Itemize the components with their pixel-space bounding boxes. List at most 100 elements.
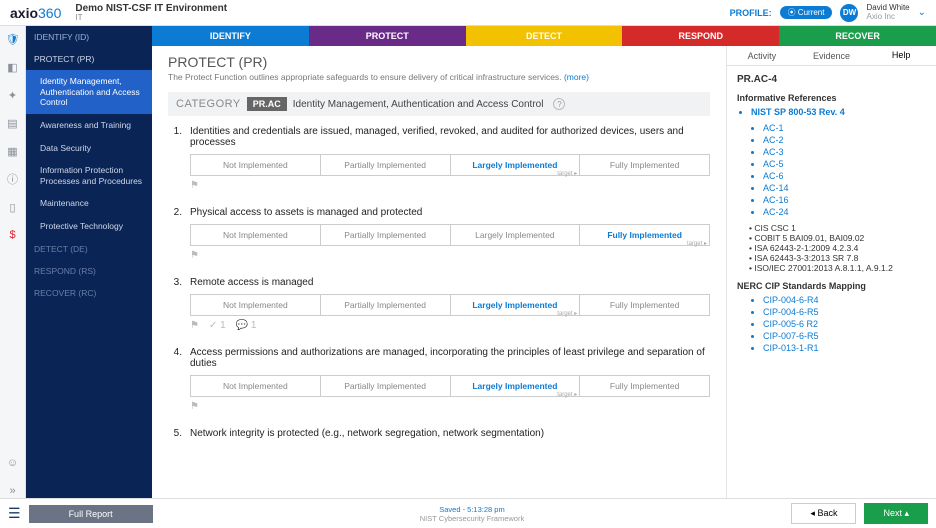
- ref-text: ISA 62443-2-1:2009 4.2.3.4: [749, 243, 926, 253]
- shield-icon[interactable]: 🛡: [6, 32, 20, 46]
- answer-option[interactable]: Not Implemented: [191, 376, 321, 396]
- ref-link[interactable]: AC-5: [763, 159, 926, 169]
- tab-identify[interactable]: IDENTIFY: [152, 26, 309, 46]
- profile-pill[interactable]: ⦿ Current: [780, 6, 833, 19]
- nav-respond[interactable]: RESPOND (RS): [26, 260, 152, 282]
- answer-option[interactable]: Not Implemented: [191, 225, 321, 245]
- ref-link[interactable]: CIP-004-6-R5: [763, 307, 926, 317]
- answer-option[interactable]: Largely Implemented: [451, 155, 581, 175]
- ref-code: PR.AC-4: [737, 74, 926, 85]
- answer-option[interactable]: Largely Implemented: [451, 376, 581, 396]
- check-icon[interactable]: ✓ 1: [209, 320, 226, 331]
- question-text: Identities and credentials are issued, m…: [190, 126, 710, 148]
- ref-link[interactable]: AC-6: [763, 171, 926, 181]
- answer-options: Not ImplementedPartially ImplementedLarg…: [190, 154, 710, 176]
- question-number: 3.: [168, 277, 182, 331]
- answer-option[interactable]: Fully Implemented: [580, 376, 709, 396]
- tab-protect[interactable]: PROTECT: [309, 26, 466, 46]
- ref-nist-title[interactable]: NIST SP 800-53 Rev. 4: [751, 107, 926, 117]
- grid-icon[interactable]: ▦: [6, 144, 20, 158]
- ref-link[interactable]: AC-3: [763, 147, 926, 157]
- nav-identify[interactable]: IDENTIFY (ID): [26, 26, 152, 48]
- nav-item-info-protection[interactable]: Information Protection Processes and Pro…: [26, 159, 152, 192]
- ref-link[interactable]: CIP-004-6-R4: [763, 295, 926, 305]
- nav-recover[interactable]: RECOVER (RC): [26, 282, 152, 304]
- nav-item-iam[interactable]: Identity Management, Authentication and …: [26, 70, 152, 114]
- flag-icon[interactable]: ⚑: [190, 250, 199, 261]
- saved-timestamp: Saved - 5:13:28 pm: [161, 505, 784, 514]
- ref-link[interactable]: AC-1: [763, 123, 926, 133]
- nav-detect[interactable]: DETECT (DE): [26, 238, 152, 260]
- page-desc: The Protect Function outlines appropriat…: [168, 72, 710, 82]
- logo[interactable]: axio360: [10, 5, 61, 21]
- question-number: 1.: [168, 126, 182, 191]
- question-row: 4.Access permissions and authorizations …: [168, 347, 710, 412]
- ref-link[interactable]: AC-14: [763, 183, 926, 193]
- settings-icon[interactable]: ☺: [6, 456, 20, 470]
- dashboard-icon[interactable]: ◧: [6, 60, 20, 74]
- answer-option[interactable]: Partially Implemented: [321, 155, 451, 175]
- help-icon[interactable]: ?: [553, 98, 565, 110]
- doc-icon[interactable]: ▤: [6, 116, 20, 130]
- question-text: Remote access is managed: [190, 277, 710, 288]
- expand-icon[interactable]: »: [6, 484, 20, 498]
- ref-text: ISO/IEC 27001:2013 A.8.1.1, A.9.1.2: [749, 263, 926, 273]
- flag-icon[interactable]: ⚑: [190, 180, 199, 191]
- question-number: 4.: [168, 347, 182, 412]
- answer-option[interactable]: Fully Implemented: [580, 225, 709, 245]
- flag-row: ⚑: [190, 250, 710, 261]
- question-number: 5.: [168, 428, 182, 445]
- nerc-title: NERC CIP Standards Mapping: [737, 281, 926, 291]
- ref-link[interactable]: AC-16: [763, 195, 926, 205]
- category-badge: PR.AC: [247, 97, 287, 111]
- nav-item-maintenance[interactable]: Maintenance: [26, 192, 152, 215]
- chart-icon[interactable]: ✦: [6, 88, 20, 102]
- nav-item-data-security[interactable]: Data Security: [26, 137, 152, 160]
- answer-option[interactable]: Partially Implemented: [321, 225, 451, 245]
- ref-link[interactable]: CIP-007-6-R5: [763, 331, 926, 341]
- tab-recover[interactable]: RECOVER: [779, 26, 936, 46]
- answer-option[interactable]: Not Implemented: [191, 155, 321, 175]
- next-button[interactable]: Next ▴: [864, 503, 928, 524]
- answer-options: Not ImplementedPartially ImplementedLarg…: [190, 224, 710, 246]
- flag-row: ⚑ ✓ 1 💬 1: [190, 320, 710, 331]
- center-panel: PROTECT (PR) The Protect Function outlin…: [152, 46, 726, 498]
- answer-option[interactable]: Partially Implemented: [321, 376, 451, 396]
- answer-option[interactable]: Fully Implemented: [580, 295, 709, 315]
- more-link[interactable]: (more): [564, 72, 589, 82]
- answer-option[interactable]: Not Implemented: [191, 295, 321, 315]
- nav-item-protective-tech[interactable]: Protective Technology: [26, 215, 152, 238]
- ref-link[interactable]: AC-2: [763, 135, 926, 145]
- back-button[interactable]: ◂ Back: [791, 503, 856, 524]
- info-icon[interactable]: ⓘ: [6, 172, 20, 186]
- flag-icon[interactable]: ⚑: [190, 320, 199, 331]
- flag-icon[interactable]: ⚑: [190, 401, 199, 412]
- tab-help[interactable]: Help: [866, 46, 936, 65]
- file-icon[interactable]: ▯: [6, 200, 20, 214]
- tab-evidence[interactable]: Evidence: [797, 46, 867, 65]
- comment-icon[interactable]: 💬 1: [236, 320, 257, 331]
- tab-respond[interactable]: RESPOND: [622, 26, 779, 46]
- ref-link[interactable]: CIP-005-6 R2: [763, 319, 926, 329]
- answer-option[interactable]: Partially Implemented: [321, 295, 451, 315]
- full-report-button[interactable]: Full Report: [29, 505, 153, 523]
- answer-option[interactable]: Largely Implemented: [451, 295, 581, 315]
- answer-option[interactable]: Largely Implemented: [451, 225, 581, 245]
- chevron-down-icon[interactable]: ⌄: [918, 7, 926, 18]
- tab-activity[interactable]: Activity: [727, 46, 797, 65]
- answer-options: Not ImplementedPartially ImplementedLarg…: [190, 375, 710, 397]
- ref-link[interactable]: CIP-013-1-R1: [763, 343, 926, 353]
- question-row: 2.Physical access to assets is managed a…: [168, 207, 710, 261]
- menu-icon[interactable]: ☰: [8, 505, 21, 522]
- ref-text: ISA 62443-3-3:2013 SR 7.8: [749, 253, 926, 263]
- ref-link[interactable]: AC-24: [763, 207, 926, 217]
- tab-detect[interactable]: DETECT: [466, 26, 623, 46]
- user-menu[interactable]: David White Axio Inc: [866, 4, 909, 22]
- nav-protect[interactable]: PROTECT (PR): [26, 48, 152, 70]
- page-title: PROTECT (PR): [168, 54, 710, 70]
- nav-item-awareness[interactable]: Awareness and Training: [26, 114, 152, 137]
- answer-option[interactable]: Fully Implemented: [580, 155, 709, 175]
- alert-icon[interactable]: $: [6, 228, 20, 242]
- avatar[interactable]: DW: [840, 4, 858, 22]
- function-tabs: IDENTIFY PROTECT DETECT RESPOND RECOVER: [152, 26, 936, 46]
